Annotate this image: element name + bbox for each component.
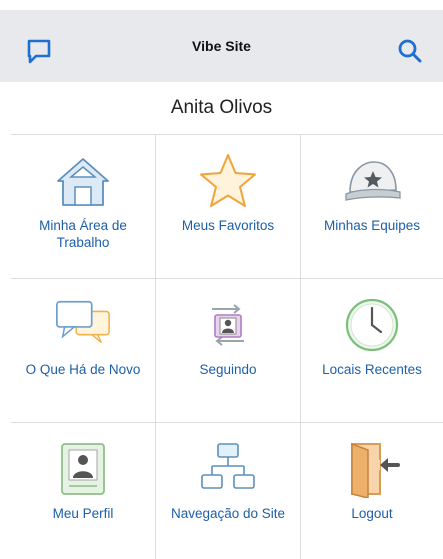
tile-label: Locais Recentes xyxy=(322,362,422,377)
tile-my-profile[interactable]: Meu Perfil xyxy=(11,423,156,559)
tile-whats-new[interactable]: O Que Há de Novo xyxy=(11,279,156,423)
speech-bubbles-icon xyxy=(53,295,113,355)
tile-following[interactable]: Seguindo xyxy=(156,279,301,423)
search-icon[interactable] xyxy=(395,36,425,66)
tile-logout[interactable]: Logout xyxy=(301,423,443,559)
user-name: Anita Olivos xyxy=(170,97,273,118)
clock-icon xyxy=(342,295,402,355)
tile-label: Navegação do Site xyxy=(170,506,286,521)
star-icon xyxy=(198,151,258,211)
tile-label: Seguindo xyxy=(199,362,257,377)
team-cap-icon xyxy=(342,151,402,211)
tile-recent-places[interactable]: Locais Recentes xyxy=(301,279,443,423)
profile-card-icon xyxy=(53,439,113,499)
tile-site-navigation[interactable]: Navegação do Site xyxy=(156,423,301,559)
tile-label: Meus Favoritos xyxy=(181,218,275,233)
logout-door-icon xyxy=(342,439,402,499)
dashboard-grid: Minha Área de Trabalho Meus Favoritos Mi… xyxy=(11,134,443,559)
status-strip xyxy=(0,0,443,10)
tile-my-favorites[interactable]: Meus Favoritos xyxy=(156,135,301,279)
tile-label: O Que Há de Novo xyxy=(25,362,141,377)
chat-bubble-icon[interactable] xyxy=(24,36,54,66)
tile-label: Minha Área de Trabalho xyxy=(39,218,127,250)
app-title: Vibe Site xyxy=(192,38,251,54)
tile-my-workspace[interactable]: Minha Área de Trabalho xyxy=(11,135,156,279)
tile-label: Meu Perfil xyxy=(52,506,114,521)
tile-label: Logout xyxy=(351,506,393,521)
tile-my-teams[interactable]: Minhas Equipes xyxy=(301,135,443,279)
app-header: Vibe Site xyxy=(0,10,443,82)
following-icon xyxy=(198,295,258,355)
sitemap-icon xyxy=(198,439,258,499)
tile-label: Minhas Equipes xyxy=(323,218,421,233)
home-icon xyxy=(53,151,113,211)
